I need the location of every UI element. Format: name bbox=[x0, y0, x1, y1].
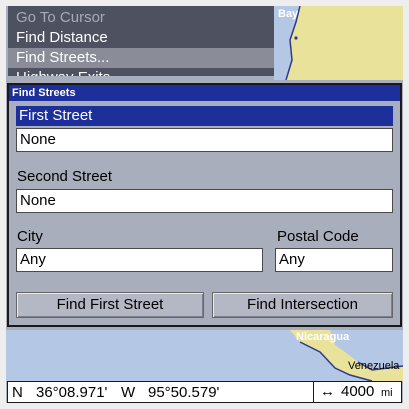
map-label-venezuela: Venezuela bbox=[348, 360, 400, 372]
scale-arrows-icon: ↔ bbox=[320, 383, 335, 400]
map-marker bbox=[294, 36, 298, 40]
find-first-street-button[interactable]: Find First Street bbox=[16, 292, 204, 318]
second-street-label: Second Street bbox=[17, 168, 113, 185]
first-street-field[interactable]: None bbox=[16, 128, 393, 152]
menu-item-highway-exits[interactable]: Highway Exits bbox=[8, 68, 274, 76]
city-label: City bbox=[17, 228, 43, 245]
scale-unit: mi bbox=[381, 387, 393, 399]
status-bar: N 36°08.971' W 95°50.579' ↔ 4000 mi bbox=[7, 381, 402, 403]
first-street-label[interactable]: First Street bbox=[16, 106, 393, 126]
menu-item-find-distance[interactable]: Find Distance bbox=[8, 28, 274, 48]
context-menu: Go To Cursor Find Distance Find Streets.… bbox=[8, 0, 274, 76]
map-scale: ↔ 4000 mi bbox=[313, 382, 402, 402]
latitude-value: 36°08.971' bbox=[36, 384, 108, 401]
city-field[interactable]: Any bbox=[16, 248, 263, 272]
longitude-hemisphere: W bbox=[121, 384, 136, 401]
map-label-nicaragua: Nicaragua bbox=[296, 331, 350, 343]
gps-screen: Bay Nicaragua Venezuela Go To Cursor Fin… bbox=[0, 0, 409, 409]
menu-item-find-streets[interactable]: Find Streets... bbox=[8, 48, 274, 68]
find-streets-dialog: Find Streets First Street None Second St… bbox=[7, 83, 402, 327]
longitude-value: 95°50.579' bbox=[148, 384, 220, 401]
find-intersection-button[interactable]: Find Intersection bbox=[212, 292, 393, 318]
postal-code-label: Postal Code bbox=[277, 228, 359, 245]
second-street-field[interactable]: None bbox=[16, 189, 393, 213]
map-label-bay: Bay bbox=[278, 8, 299, 20]
latitude-hemisphere: N bbox=[12, 384, 23, 401]
menu-item-go-to-cursor[interactable]: Go To Cursor bbox=[8, 8, 274, 28]
dialog-title: Find Streets bbox=[9, 85, 400, 101]
postal-code-field[interactable]: Any bbox=[275, 248, 393, 272]
scale-value: 4000 bbox=[341, 383, 375, 400]
